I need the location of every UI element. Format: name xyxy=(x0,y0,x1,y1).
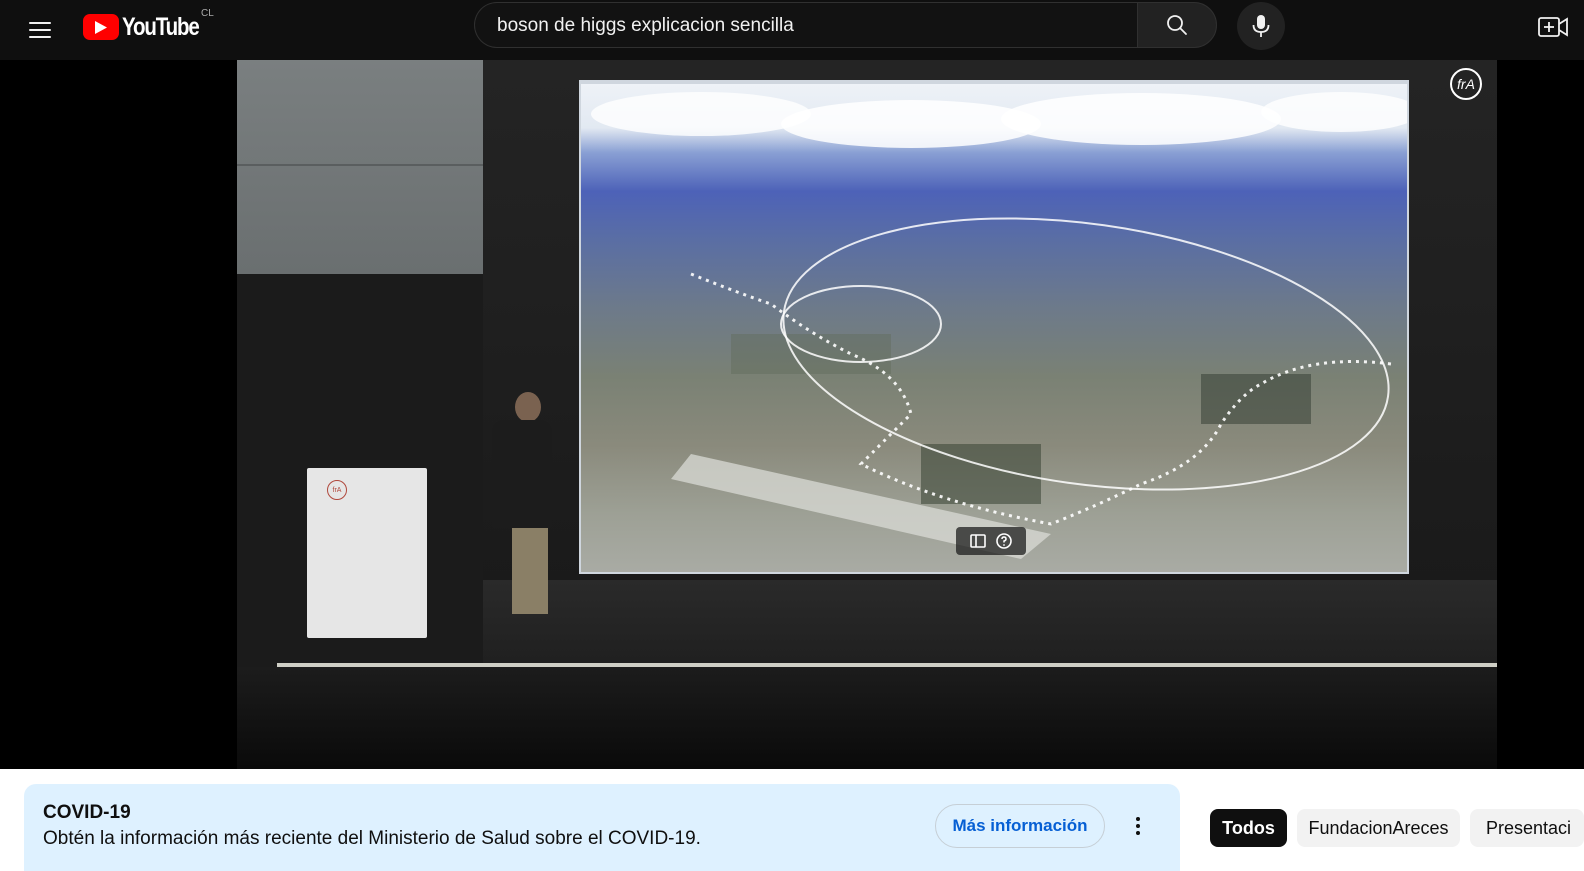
aerial-map-image xyxy=(581,84,1407,572)
microphone-icon xyxy=(1252,15,1270,37)
help-icon[interactable] xyxy=(996,533,1012,549)
more-options-icon[interactable] xyxy=(1126,812,1150,840)
more-info-button[interactable]: Más información xyxy=(935,804,1105,848)
covid-info-banner: COVID-19 Obtén la información más recien… xyxy=(24,784,1180,871)
create-button[interactable] xyxy=(1536,12,1570,42)
search-box xyxy=(474,2,1138,49)
podium-logo-icon: frA xyxy=(327,480,347,500)
chapters-icon[interactable] xyxy=(970,534,986,548)
video-scene-floor xyxy=(483,580,1497,670)
create-video-icon xyxy=(1538,17,1568,37)
chip-fundacionareces[interactable]: FundacionAreces xyxy=(1297,809,1460,847)
search-input[interactable] xyxy=(495,3,1119,49)
video-player-area: frA frA xyxy=(0,60,1584,769)
player-overlay-controls xyxy=(956,527,1026,555)
video-player[interactable]: frA frA xyxy=(237,60,1497,769)
chip-todos[interactable]: Todos xyxy=(1210,809,1287,847)
video-scene-speaker-legs xyxy=(512,528,548,614)
menu-icon[interactable] xyxy=(22,12,58,48)
youtube-logo[interactable]: YouTube xyxy=(83,13,215,41)
projection-screen xyxy=(579,80,1409,574)
voice-search-button[interactable] xyxy=(1237,2,1285,50)
masthead: YouTube CL xyxy=(0,0,1584,60)
video-scene-audience xyxy=(237,667,1497,769)
play-icon xyxy=(83,14,119,40)
video-scene-podium xyxy=(307,468,427,638)
search-button[interactable] xyxy=(1137,2,1217,48)
channel-watermark[interactable]: frA xyxy=(1450,68,1482,100)
search-icon xyxy=(1167,15,1187,35)
country-code: CL xyxy=(201,8,214,19)
logo-text: YouTube xyxy=(122,12,200,41)
banner-text: Obtén la información más reciente del Mi… xyxy=(43,828,701,849)
video-scene-speaker xyxy=(492,420,552,528)
banner-title: COVID-19 xyxy=(43,802,131,823)
chip-presentaci[interactable]: Presentaci xyxy=(1470,809,1584,847)
video-scene-wall xyxy=(237,60,483,274)
video-scene-speaker-head xyxy=(515,392,541,422)
